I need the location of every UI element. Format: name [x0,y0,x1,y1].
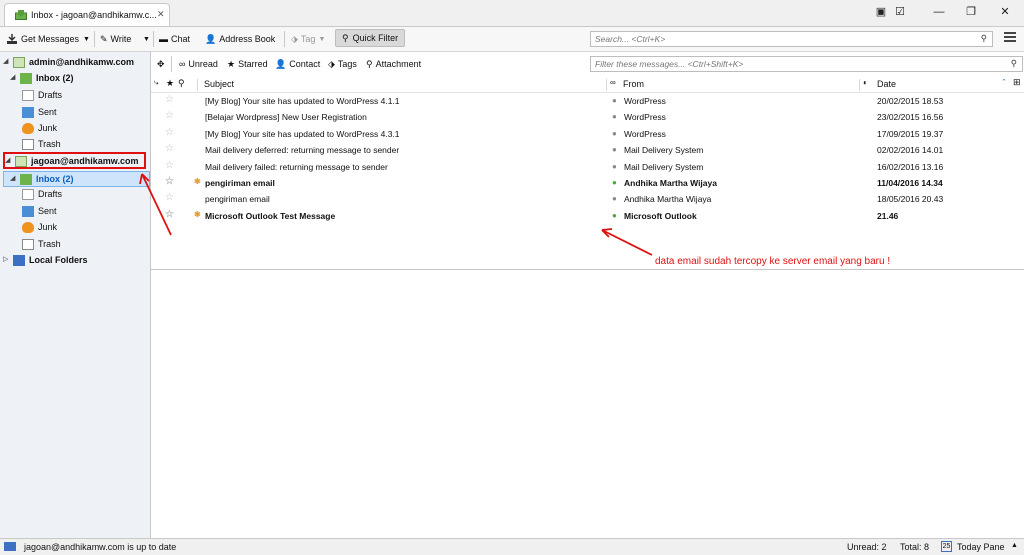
annotation-arrow-left [141,173,172,236]
total-count: Total: 8 [900,542,930,552]
status-bar: jagoan@andhikamw.com is up to date Unrea… [0,538,1024,555]
status-message: jagoan@andhikamw.com is up to date [24,542,177,552]
unread-count: Unread: 2 [847,542,887,552]
online-status-icon[interactable] [4,542,16,551]
annotation-arrows [139,173,653,256]
today-pane-toggle-icon[interactable]: ▲ [1011,542,1018,549]
today-pane-calendar-icon: 25 [941,541,952,552]
annotation-text: data email sudah tercopy ke server email… [655,256,891,267]
annotation-arrow-right [601,229,653,256]
today-pane-button[interactable]: Today Pane [957,542,1005,552]
